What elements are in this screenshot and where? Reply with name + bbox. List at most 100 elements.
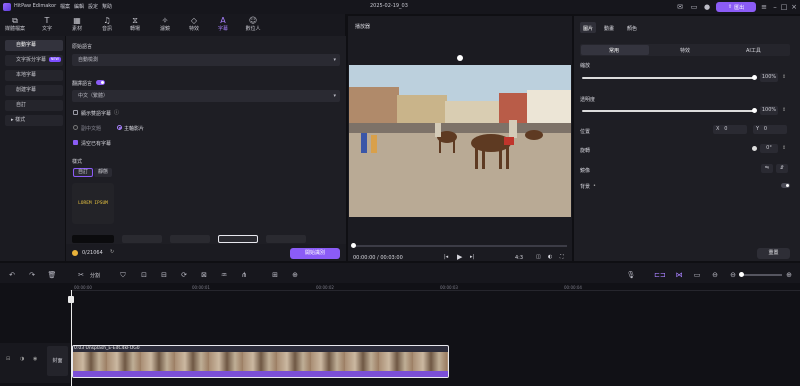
rotate-value[interactable]: 0° — [760, 144, 778, 153]
freeze-icon[interactable]: ⊡ — [139, 270, 149, 280]
aspect-ratio-select[interactable]: 4:3 — [515, 255, 523, 261]
style-tab-static[interactable]: 靜態 — [94, 168, 113, 177]
notification-icon[interactable]: ▭ — [690, 3, 698, 11]
flip-vertical-icon[interactable]: ⇵ — [776, 164, 788, 173]
playhead[interactable] — [71, 290, 72, 386]
ai-icon[interactable]: ⋔ — [239, 270, 249, 280]
track-lock-icon[interactable]: ⊟ — [6, 356, 10, 362]
reset-button[interactable]: 重置 — [757, 248, 790, 259]
marker-icon[interactable]: ⛉ — [118, 270, 128, 280]
seek-bar[interactable] — [352, 245, 567, 247]
cover-button[interactable]: 封面 — [47, 346, 68, 376]
play-icon[interactable]: ▶ — [457, 253, 462, 261]
track-visible-icon[interactable]: ◉ — [33, 356, 37, 362]
pos-y-field[interactable]: Y 0 — [753, 125, 787, 134]
split-label[interactable]: 分割 — [90, 272, 100, 279]
seek-knob[interactable] — [351, 243, 356, 248]
record-icon[interactable]: ⊕ — [290, 270, 300, 280]
volume-icon[interactable]: ◐ — [548, 254, 552, 260]
close-icon[interactable]: × — [790, 3, 798, 11]
snap-icon[interactable]: ⊏⊐ — [654, 270, 666, 280]
menu-icon[interactable]: ≡ — [760, 3, 768, 11]
rotate-clip-icon[interactable]: ⟳ — [179, 270, 189, 280]
scale-slider-knob[interactable] — [751, 75, 757, 80]
fullscreen-icon[interactable]: ⛶ — [560, 254, 564, 260]
track-mute-icon[interactable]: ◑ — [20, 356, 24, 362]
tool-filter[interactable]: ✧ 濾鏡 — [152, 16, 178, 35]
tool-text[interactable]: T 文字 — [34, 16, 60, 35]
export-button[interactable]: ⇪ 匯出 — [716, 2, 756, 12]
scale-value[interactable]: 100% — [760, 73, 778, 82]
translate-toggle[interactable] — [96, 80, 105, 85]
style-swatch-selected[interactable] — [218, 235, 258, 243]
tool-media[interactable]: ⧉ 媒體檔案 — [2, 16, 28, 35]
menu-settings[interactable]: 設定 — [88, 3, 98, 10]
split-icon[interactable]: ✂ — [76, 270, 86, 280]
feedback-icon[interactable]: ✉ — [676, 3, 684, 11]
nav-custom[interactable]: 自訂 — [5, 100, 63, 111]
maximize-icon[interactable]: □ — [780, 3, 788, 11]
zoom-in-icon[interactable]: ⊕ — [784, 270, 794, 280]
tool-transition[interactable]: ⧖ 轉場 — [122, 16, 148, 35]
crop-icon[interactable]: ⊠ — [199, 270, 209, 280]
tool-effects[interactable]: ◇ 特效 — [181, 16, 207, 35]
prev-frame-icon[interactable]: |◂ — [444, 254, 448, 260]
link-icon[interactable]: ⋈ — [674, 270, 684, 280]
zoom-knob[interactable] — [739, 272, 744, 277]
zoom-slider[interactable] — [740, 274, 782, 276]
playhead-handle[interactable] — [68, 296, 74, 303]
fit-icon[interactable]: ⊖ — [710, 270, 720, 280]
tab-color[interactable]: 顏色 — [627, 25, 637, 32]
refresh-icon[interactable]: ↻ — [110, 249, 114, 255]
nav-auto-subtitle[interactable]: 自動字幕 — [5, 40, 63, 51]
video-preview[interactable] — [349, 65, 571, 217]
subtab-ai-tools[interactable]: AI工具 — [746, 47, 761, 54]
minimize-icon[interactable]: – — [771, 3, 779, 11]
tool-audio[interactable]: ♫ 音訊 — [94, 16, 120, 35]
opacity-slider[interactable] — [582, 110, 754, 112]
redo-icon[interactable]: ↷ — [27, 270, 37, 280]
subtab-effects[interactable]: 特效 — [680, 47, 690, 54]
source-lang-select[interactable]: 自動檢測 ▾ — [72, 54, 340, 66]
zoom-out-icon[interactable]: ⊖ — [728, 270, 738, 280]
scale-slider[interactable] — [582, 77, 754, 79]
opacity-slider-knob[interactable] — [751, 108, 757, 113]
tool-assets[interactable]: ▦ 素材 — [64, 16, 90, 35]
nav-text-split[interactable]: 文字拆分字幕 NEW — [5, 55, 63, 66]
info-icon[interactable]: ⓘ — [114, 109, 119, 116]
opacity-value[interactable]: 100% — [760, 106, 778, 115]
style-swatch[interactable] — [122, 235, 162, 243]
menu-help[interactable]: 幫助 — [102, 3, 112, 10]
bilingual-checkbox[interactable] — [73, 110, 78, 115]
menu-edit[interactable]: 編輯 — [74, 3, 84, 10]
style-swatch[interactable] — [266, 235, 306, 243]
background-toggle[interactable] — [781, 183, 790, 188]
pos-x-field[interactable]: X 0 — [713, 125, 747, 134]
style-tab-custom[interactable]: 自訂 — [73, 168, 94, 177]
rotate-dial-icon[interactable] — [752, 146, 757, 151]
microphone-icon[interactable]: 🎙 — [626, 270, 636, 280]
style-preview-card[interactable]: LOREM IPSUM — [72, 183, 114, 224]
stepper-icon[interactable]: ⇕ — [782, 145, 786, 151]
start-recognition-button[interactable]: 開始識別 — [290, 248, 340, 259]
snapshot-icon[interactable]: ◫ — [536, 254, 541, 260]
face-detect-icon[interactable]: ⊞ — [270, 270, 280, 280]
rotate-handle[interactable] — [457, 55, 463, 61]
tool-subtitle[interactable]: A 字幕 — [210, 16, 236, 35]
sub-caption-radio[interactable] — [73, 125, 78, 130]
track-icon[interactable]: ▭ — [692, 270, 702, 280]
tool-avatar[interactable]: ☺ 數位人 — [240, 16, 266, 35]
flip-horizontal-icon[interactable]: ⇋ — [761, 164, 773, 173]
nav-create-subtitle[interactable]: 創建字幕 — [5, 85, 63, 96]
nav-local-subtitle[interactable]: 本地字幕 — [5, 70, 63, 81]
audio-detach-icon[interactable]: ♒ — [219, 270, 229, 280]
stepper-icon[interactable]: ⇕ — [782, 107, 786, 113]
style-swatch[interactable] — [170, 235, 210, 243]
info-icon[interactable]: • — [593, 183, 596, 189]
menu-file[interactable]: 檔案 — [60, 3, 70, 10]
target-lang-select[interactable]: 中文（繁體） ▾ — [72, 90, 340, 102]
style-swatch[interactable] — [72, 235, 114, 243]
nav-style[interactable]: ▸ 樣式 — [5, 115, 63, 126]
main-video-radio[interactable] — [117, 125, 122, 130]
delete-icon[interactable]: 🗑 — [47, 270, 57, 280]
